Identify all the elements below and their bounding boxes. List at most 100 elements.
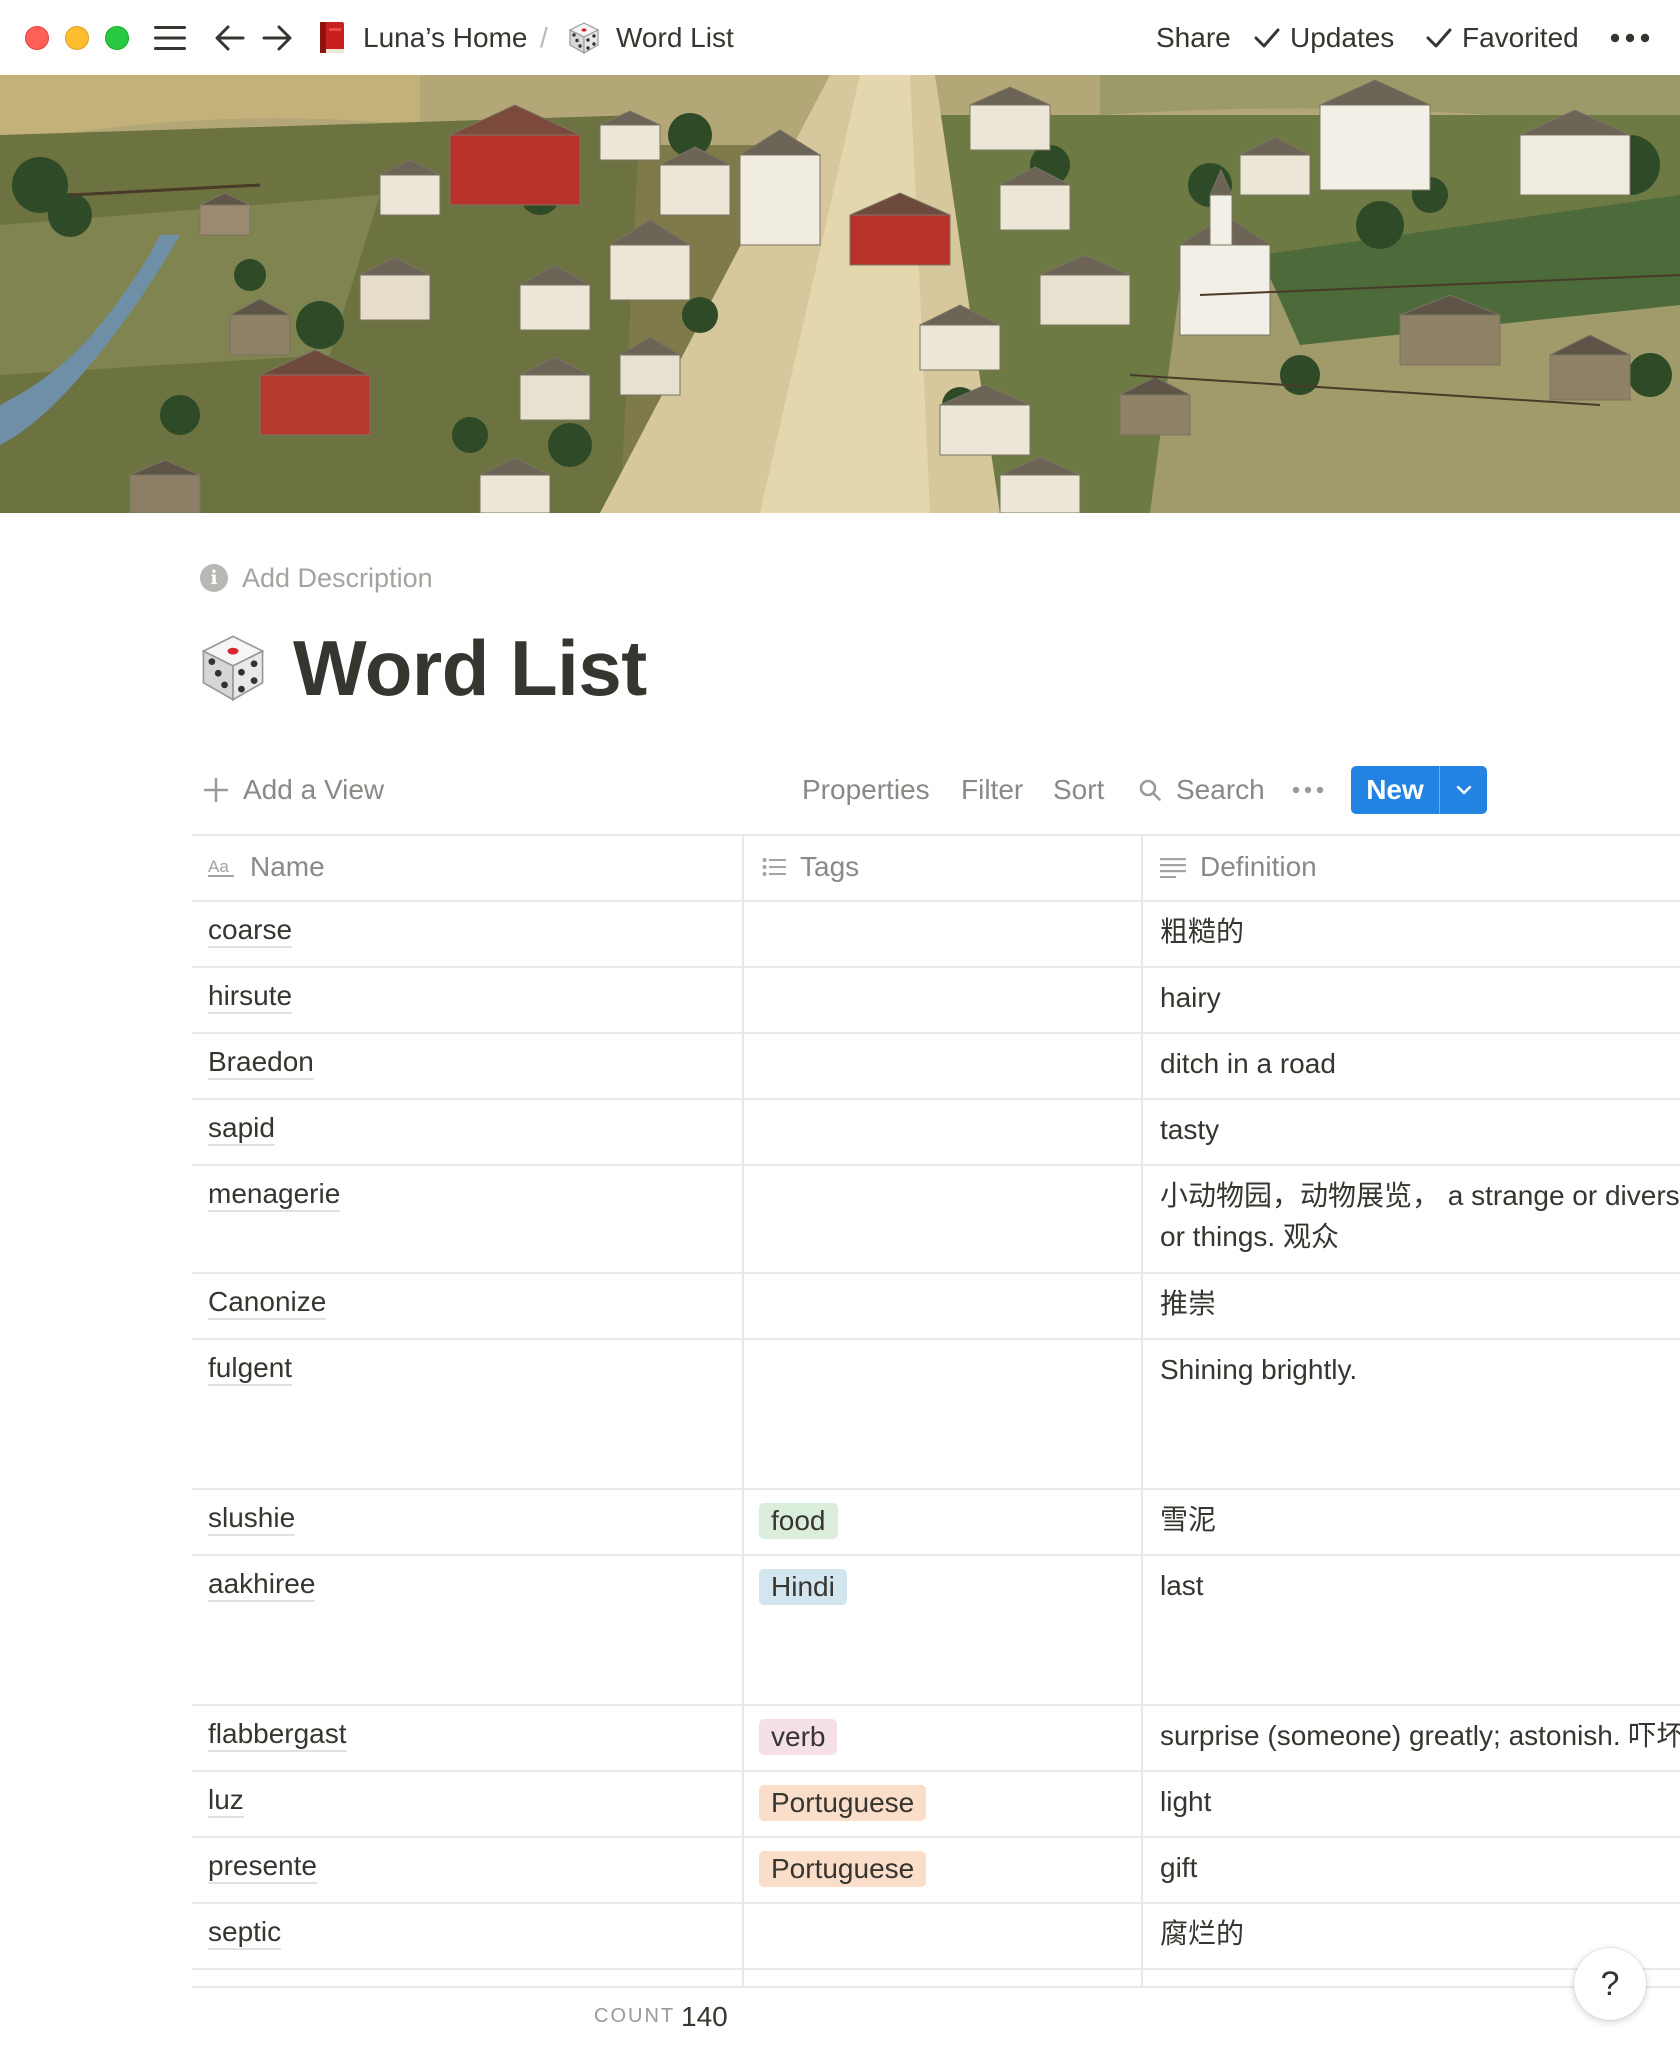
- tag-pill[interactable]: food: [759, 1503, 838, 1539]
- table-row-definition[interactable]: Shining brightly.: [1160, 1349, 1357, 1390]
- table-row-name[interactable]: luz: [208, 1784, 244, 1818]
- tag-pill[interactable]: verb: [759, 1719, 838, 1755]
- chevron-down-icon: [1456, 785, 1471, 795]
- search-label: Search: [1176, 774, 1265, 805]
- table-divider: [192, 966, 1680, 968]
- svg-text:Aa: Aa: [208, 857, 229, 876]
- lines-icon: [1160, 858, 1186, 878]
- table-divider: [192, 1488, 1680, 1490]
- page-title: Word List: [195, 618, 647, 718]
- new-button-group: New: [1351, 766, 1487, 814]
- table-row-definition[interactable]: tasty: [1160, 1109, 1219, 1150]
- column-header-name[interactable]: Aa Name: [208, 834, 325, 900]
- table-row-definition[interactable]: hairy: [1160, 977, 1221, 1018]
- red-book-icon: [320, 22, 344, 53]
- table-row-definition[interactable]: 粗糙的: [1160, 911, 1244, 952]
- table-row-definition-line2[interactable]: or things. 观众: [1160, 1216, 1339, 1257]
- table-divider: [192, 1902, 1680, 1904]
- table-row-name[interactable]: coarse: [208, 914, 293, 948]
- add-view-label: Add a View: [243, 774, 385, 805]
- forward-arrow-icon[interactable]: [261, 18, 293, 58]
- table-row-definition[interactable]: 小动物园，动物展览， a strange or diverse: [1160, 1175, 1680, 1216]
- zoom-window-button[interactable]: [105, 26, 129, 50]
- new-button[interactable]: New: [1351, 766, 1439, 814]
- count-label: COUNT: [594, 2005, 676, 2027]
- table-row-definition[interactable]: last: [1160, 1565, 1204, 1606]
- table-row-name[interactable]: septic: [208, 1916, 282, 1950]
- properties-button[interactable]: Properties: [802, 770, 930, 810]
- column-divider: [1141, 834, 1143, 1986]
- table-row-name[interactable]: flabbergast: [208, 1718, 347, 1752]
- table-row-name[interactable]: presente: [208, 1850, 317, 1884]
- add-view-button[interactable]: Add a View: [203, 770, 384, 810]
- table-divider: [192, 1836, 1680, 1838]
- close-window-button[interactable]: [25, 26, 49, 50]
- info-icon: i: [200, 564, 228, 592]
- game-die-icon: [568, 22, 600, 55]
- minimize-window-button[interactable]: [65, 26, 89, 50]
- table-row-definition[interactable]: 推崇: [1160, 1283, 1216, 1324]
- search-icon: [1139, 779, 1161, 801]
- table-divider: [192, 1968, 1680, 1970]
- add-description-button[interactable]: i Add Description: [200, 558, 433, 598]
- table-footer-divider: [192, 1986, 1680, 1988]
- list-icon: [762, 858, 786, 876]
- favorited-button[interactable]: Favorited: [1426, 18, 1579, 58]
- more-view-options-icon[interactable]: [1292, 770, 1324, 810]
- back-arrow-icon[interactable]: [214, 18, 246, 58]
- filter-button[interactable]: Filter: [961, 770, 1023, 810]
- updates-label: Updates: [1290, 22, 1395, 53]
- search-button[interactable]: Search: [1138, 770, 1265, 810]
- column-header-tags[interactable]: Tags: [762, 834, 859, 900]
- table-row-definition[interactable]: ditch in a road: [1160, 1043, 1336, 1084]
- game-die-icon[interactable]: [195, 630, 271, 706]
- check-icon: [1254, 28, 1280, 48]
- table-divider: [192, 834, 1680, 836]
- table-divider: [192, 1704, 1680, 1706]
- share-button[interactable]: Share: [1156, 18, 1231, 58]
- breadcrumb-current-label: Word List: [616, 22, 734, 53]
- table-divider: [192, 1098, 1680, 1100]
- table-row-definition[interactable]: light: [1160, 1781, 1211, 1822]
- table-row-definition[interactable]: surprise (someone) greatly; astonish. 吓坏: [1160, 1715, 1680, 1756]
- breadcrumb-current-page[interactable]: Word List: [566, 18, 734, 58]
- breadcrumb-home[interactable]: Luna’s Home: [317, 18, 527, 58]
- favorited-label: Favorited: [1462, 22, 1579, 53]
- table-divider: [192, 900, 1680, 902]
- table-divider: [192, 1272, 1680, 1274]
- town-painting-illustration: [0, 75, 1680, 513]
- table-row-definition[interactable]: gift: [1160, 1847, 1197, 1888]
- table-divider: [192, 1164, 1680, 1166]
- more-options-icon[interactable]: [1608, 18, 1652, 58]
- column-header-definition[interactable]: Definition: [1160, 834, 1317, 900]
- table-row-name[interactable]: hirsute: [208, 980, 293, 1014]
- sidebar-menu-icon[interactable]: [152, 18, 188, 58]
- tag-pill[interactable]: Portuguese: [759, 1851, 927, 1887]
- count-value: 140: [681, 2001, 728, 2032]
- tag-pill[interactable]: Hindi: [759, 1569, 847, 1605]
- table-divider: [192, 1338, 1680, 1340]
- table-row-name[interactable]: slushie: [208, 1502, 296, 1536]
- text-type-icon: Aa: [208, 857, 234, 877]
- new-dropdown-button[interactable]: [1439, 766, 1487, 814]
- page-title-text[interactable]: Word List: [293, 623, 647, 714]
- plus-icon: [203, 777, 229, 803]
- breadcrumb-home-label: Luna’s Home: [363, 22, 528, 53]
- cover-image[interactable]: [0, 75, 1680, 513]
- table-row-name[interactable]: menagerie: [208, 1178, 341, 1212]
- table-row-name[interactable]: aakhiree: [208, 1568, 316, 1602]
- add-description-label: Add Description: [242, 562, 433, 593]
- table-row-definition[interactable]: 腐烂的: [1160, 1913, 1244, 1954]
- table-divider: [192, 1032, 1680, 1034]
- help-button[interactable]: ?: [1574, 1948, 1646, 2020]
- sort-button[interactable]: Sort: [1053, 770, 1104, 810]
- updates-button[interactable]: Updates: [1254, 18, 1394, 58]
- table-row-name[interactable]: Braedon: [208, 1046, 314, 1080]
- table-row-name[interactable]: fulgent: [208, 1352, 293, 1386]
- table-row-name[interactable]: sapid: [208, 1112, 275, 1146]
- table-row-name[interactable]: Canonize: [208, 1286, 327, 1320]
- tag-pill[interactable]: Portuguese: [759, 1785, 927, 1821]
- column-header-definition-label: Definition: [1200, 851, 1317, 882]
- table-row-definition[interactable]: 雪泥: [1160, 1499, 1216, 1540]
- title-bar: Luna’s Home / Word List Share Updates Fa…: [0, 0, 1680, 75]
